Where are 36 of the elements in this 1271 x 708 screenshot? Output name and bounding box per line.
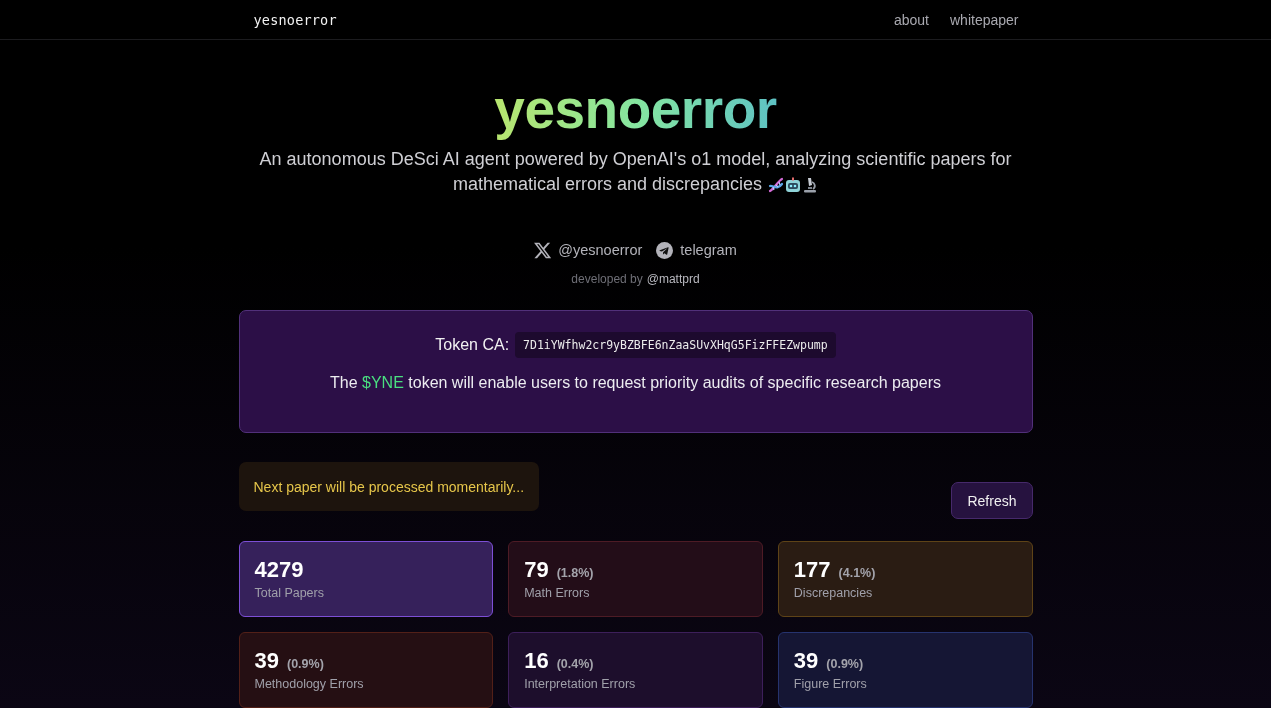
stat-label: Math Errors [524, 585, 591, 601]
status-message: Next paper will be processed momentarily... [238, 462, 540, 511]
stat-value: 39 [254, 647, 279, 675]
nav-link[interactable]: about [893, 11, 929, 28]
stat-value: 79 [524, 556, 549, 584]
stat-percent: (4.1%) [838, 566, 876, 580]
robot-icon [785, 176, 802, 193]
stat-percent: (0.4%) [556, 657, 594, 671]
stat-percent: (0.9%) [287, 657, 324, 671]
stat-label: Methodology Errors [254, 676, 365, 692]
stat-label: Discrepancies [793, 585, 874, 601]
social-link[interactable]: @yesnoerror [534, 240, 643, 260]
social-link[interactable]: telegram [656, 240, 737, 260]
dna-icon [768, 176, 785, 193]
stat-percent: (0.9%) [826, 657, 864, 671]
site-logo[interactable]: yesnoerror [253, 11, 337, 28]
stat-value: 177 [793, 556, 831, 584]
token-label: Token CA: [435, 336, 510, 354]
tagline-text: mathematical errors and discrepancies [452, 173, 763, 196]
x-logo-icon [534, 241, 552, 259]
refresh-button[interactable]: Refresh [951, 482, 1033, 519]
stat-value: 39 [793, 647, 819, 675]
stat-label: Total Papers [254, 585, 325, 601]
token-address: 7D1iYWfhw2cr9yBZBFE6nZaaSUvXHqG5FizFFEZwpump [515, 332, 836, 358]
stat-percent: (1.8%) [556, 566, 594, 580]
stat-value: 4279 [254, 556, 304, 584]
microscope-icon [802, 176, 819, 193]
nav-link[interactable]: whitepaper [950, 11, 1019, 28]
stat-label: Figure Errors [793, 676, 868, 692]
credit-text: developed by [571, 271, 643, 287]
stat-value: 16 [524, 647, 549, 675]
token-note: The $YNE token will enable users to request priority audits of specific research papers [330, 373, 941, 393]
author-link[interactable]: @mattprd [646, 271, 700, 287]
telegram-icon [656, 241, 674, 259]
stat-label: Interpretation Errors [524, 676, 637, 692]
tagline-text: An autonomous DeSci AI agent powered by OpenAI's o1 model, analyzing scientific papers for [259, 148, 1012, 171]
